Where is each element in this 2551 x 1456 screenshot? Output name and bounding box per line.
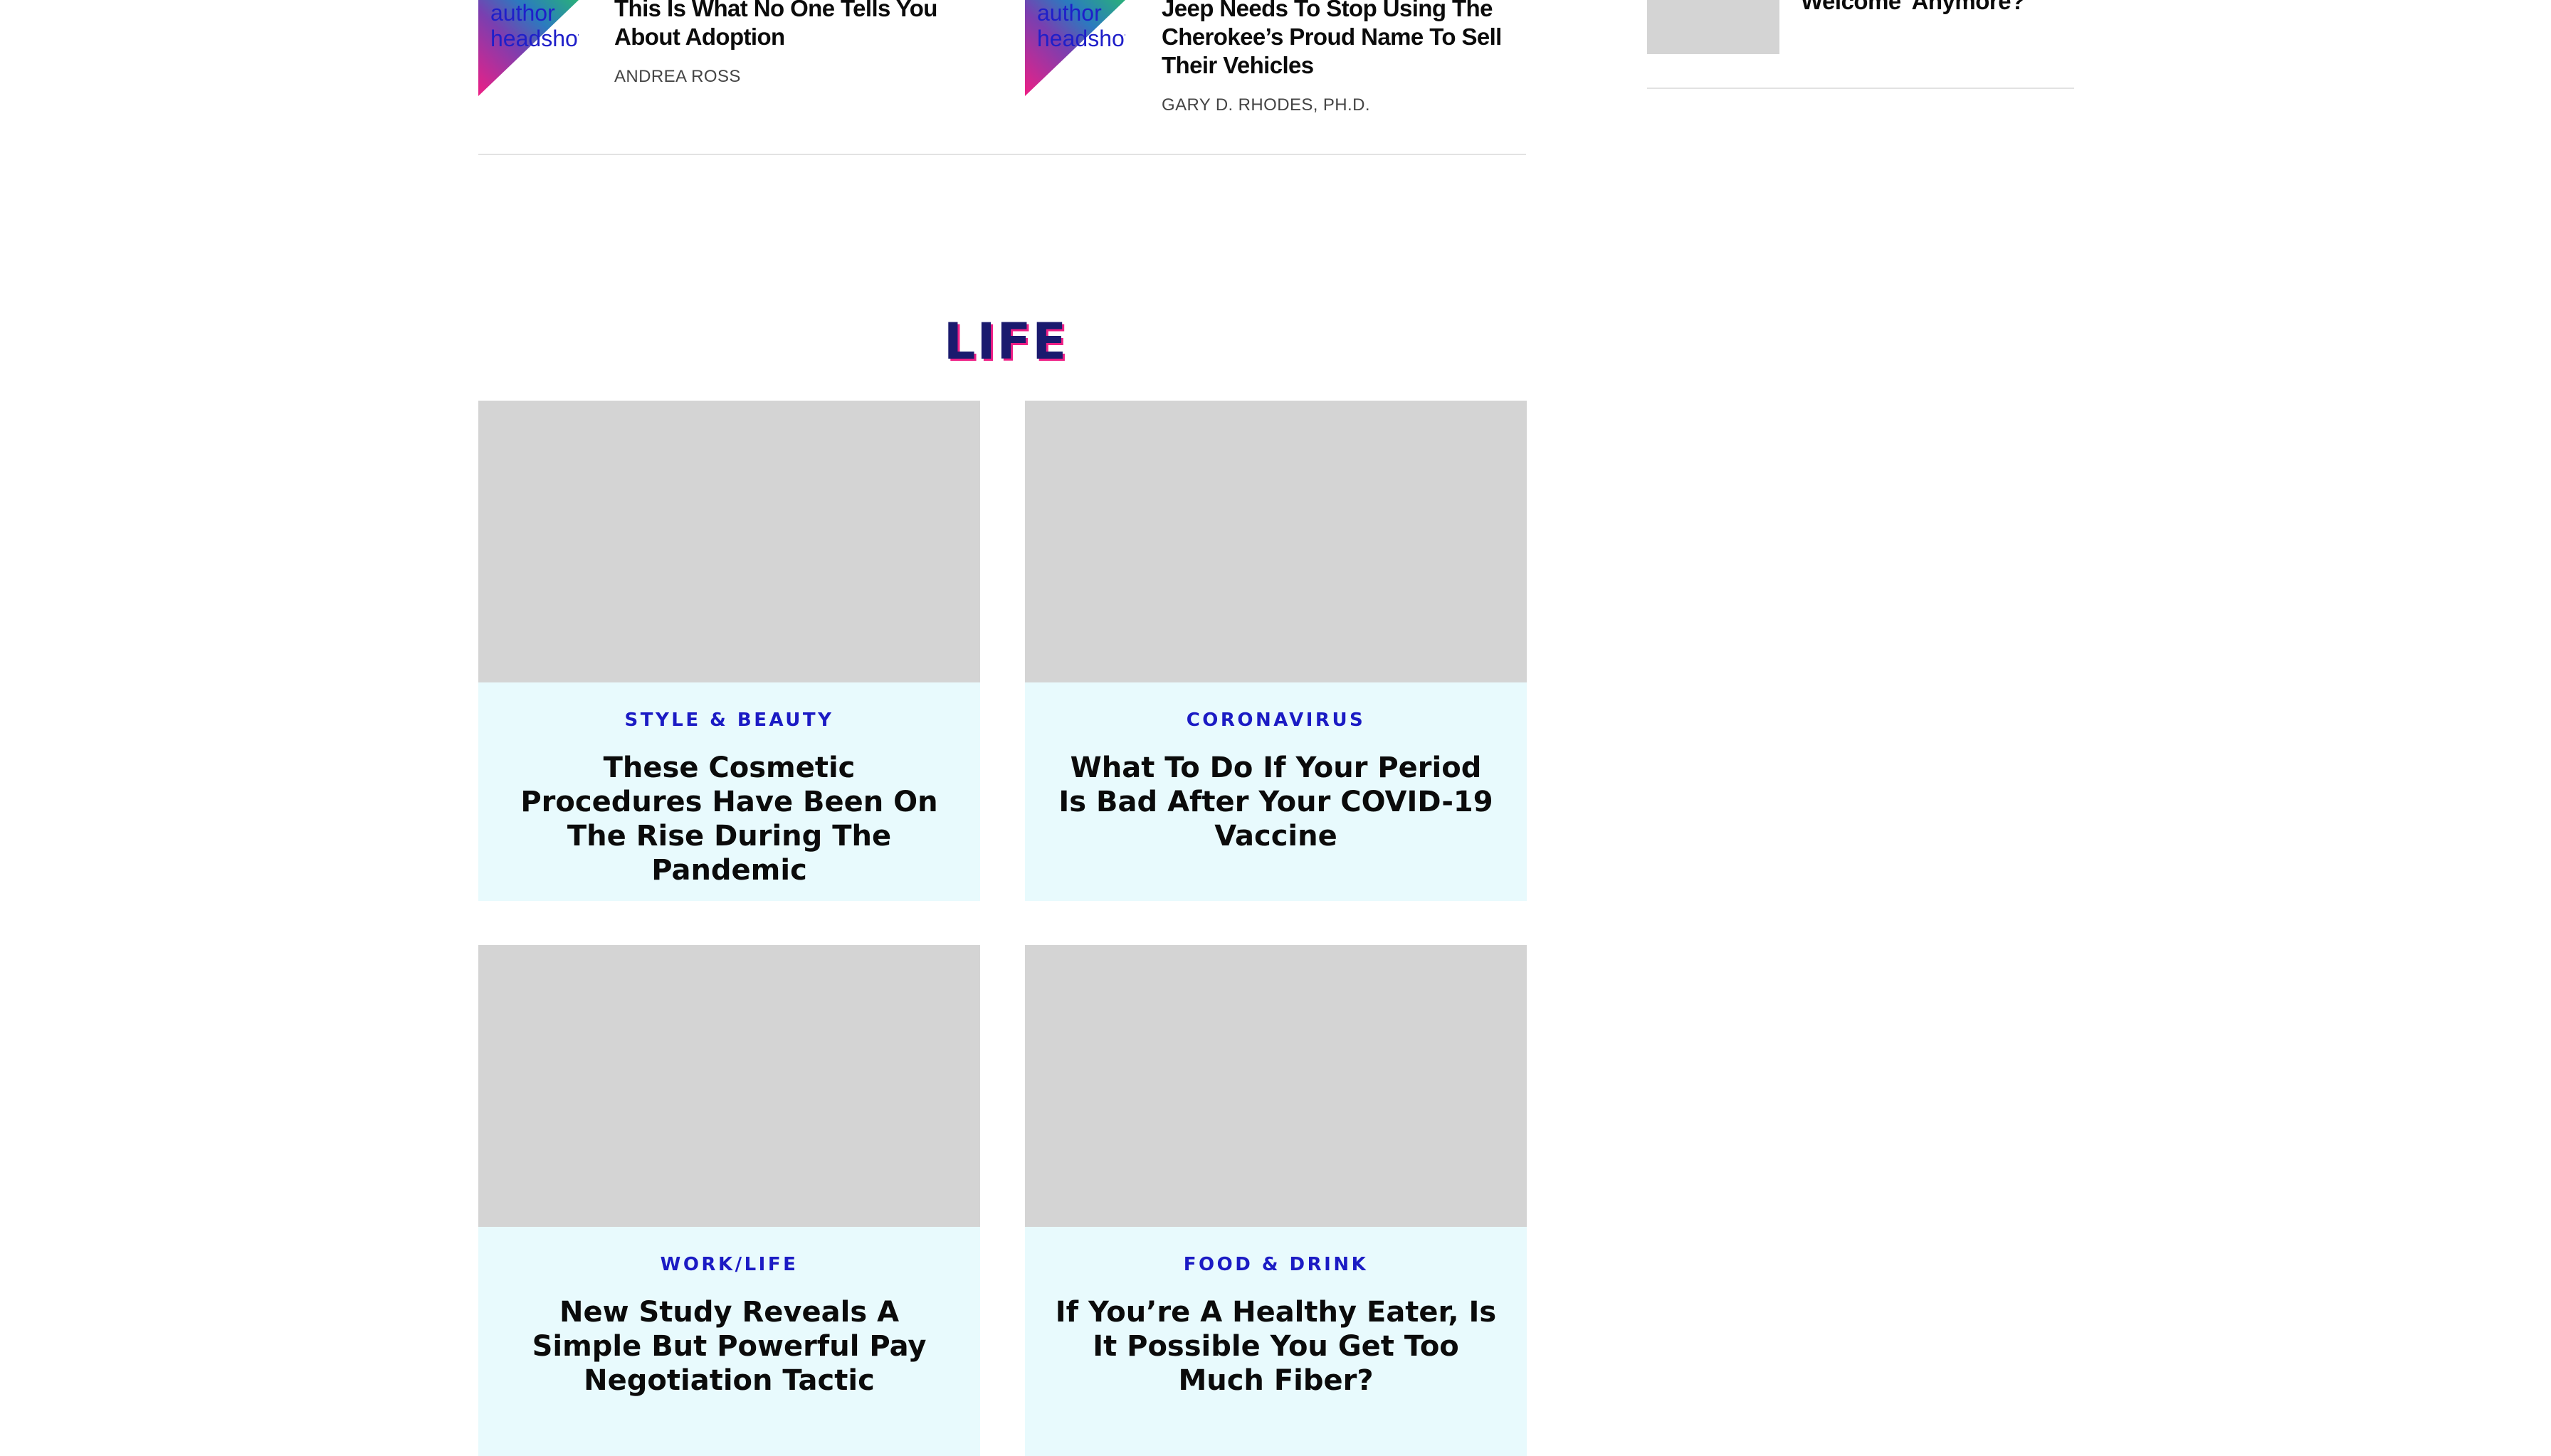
sidebar-divider <box>1647 88 2074 89</box>
headshot-alt-text: author headshot <box>490 0 579 51</box>
sidebar-story-thumbnail[interactable] <box>1647 0 1779 54</box>
section-divider <box>478 154 1526 155</box>
story-card-body: FOOD & DRINK If You’re A Healthy Eater, … <box>1025 1227 1527 1456</box>
story-card-body: WORK/LIFE New Study Reveals A Simple But… <box>478 1227 980 1456</box>
section-heading-life[interactable]: LIFE <box>942 313 1070 370</box>
story-card-body: CORONAVIRUS What To Do If Your Period Is… <box>1025 682 1527 901</box>
opinion-author[interactable]: GARY D. RHODES, PH.D. <box>1162 95 1370 115</box>
story-card[interactable]: STYLE & BEAUTY These Cosmetic Procedures… <box>478 401 980 901</box>
story-headline[interactable]: What To Do If Your Period Is Bad After Y… <box>1056 751 1497 853</box>
story-image-placeholder[interactable] <box>478 945 980 1227</box>
headshot-alt-text: author headshot <box>1037 0 1125 51</box>
author-headshot-gary-rhodes[interactable]: author headshot <box>1025 0 1125 96</box>
story-card-body: STYLE & BEAUTY These Cosmetic Procedures… <box>478 682 980 901</box>
opinion-author[interactable]: ANDREA ROSS <box>614 67 741 87</box>
story-card[interactable]: FOOD & DRINK If You’re A Healthy Eater, … <box>1025 945 1527 1456</box>
story-image-placeholder[interactable] <box>1025 401 1527 682</box>
story-image-placeholder[interactable] <box>1025 945 1527 1227</box>
story-headline[interactable]: These Cosmetic Procedures Have Been On T… <box>509 751 950 887</box>
story-category[interactable]: WORK/LIFE <box>478 1227 980 1275</box>
story-card[interactable]: CORONAVIRUS What To Do If Your Period Is… <box>1025 401 1527 901</box>
author-headshot-andrea-ross[interactable]: author headshot <box>478 0 579 96</box>
story-category[interactable]: STYLE & BEAUTY <box>478 682 980 731</box>
story-headline[interactable]: If You’re A Healthy Eater, Is It Possibl… <box>1056 1295 1497 1398</box>
story-image-placeholder[interactable] <box>478 401 980 682</box>
opinion-headline[interactable]: This Is What No One Tells You About Adop… <box>614 0 984 51</box>
story-category[interactable]: CORONAVIRUS <box>1025 682 1527 731</box>
story-category[interactable]: FOOD & DRINK <box>1025 1227 1527 1275</box>
opinion-headline[interactable]: Jeep Needs To Stop Using The Cherokee’s … <box>1162 0 1532 80</box>
sidebar-story-title[interactable]: Welcome' Anymore? <box>1801 0 2025 16</box>
story-card[interactable]: WORK/LIFE New Study Reveals A Simple But… <box>478 945 980 1456</box>
story-headline[interactable]: New Study Reveals A Simple But Powerful … <box>509 1295 950 1398</box>
